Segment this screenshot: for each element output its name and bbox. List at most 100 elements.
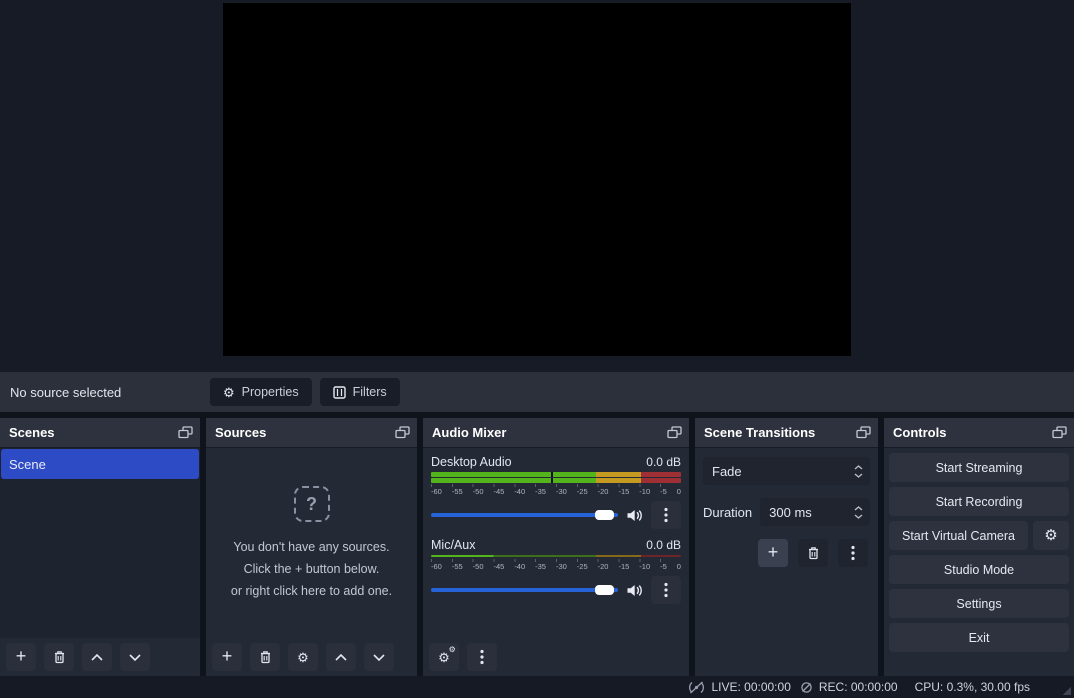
start-virtual-camera-button[interactable]: Start Virtual Camera <box>889 521 1028 550</box>
tick-label: -45 <box>493 487 504 496</box>
empty-state-line: Click the + button below. <box>244 560 380 578</box>
speaker-icon[interactable] <box>626 508 643 523</box>
add-source-button[interactable]: + <box>212 643 242 671</box>
preview-canvas[interactable] <box>223 3 851 356</box>
popout-icon[interactable] <box>856 426 871 439</box>
tick-label: -30 <box>556 562 567 571</box>
tick-label: -45 <box>493 562 504 571</box>
channel-options-button[interactable] <box>651 501 681 529</box>
volume-meter: -60-55-50-45-40-35-30-25-20-15-10-50 <box>431 555 681 571</box>
virtual-camera-row: Start Virtual Camera ⚙ <box>889 521 1069 550</box>
volume-slider-handle[interactable] <box>595 585 614 595</box>
channel-name: Mic/Aux <box>431 538 475 552</box>
advanced-audio-properties-button[interactable]: ⚙⚙ <box>429 643 459 671</box>
tick-label: -55 <box>452 487 463 496</box>
chevron-up-icon <box>91 654 103 661</box>
tick-label: -25 <box>577 562 588 571</box>
kebab-menu-icon <box>664 507 668 523</box>
add-transition-button[interactable]: + <box>758 539 788 567</box>
tick-label: -60 <box>431 487 442 496</box>
stream-inactive-icon <box>688 681 705 694</box>
trash-icon <box>259 650 272 664</box>
tick-label: -50 <box>473 562 484 571</box>
duration-spinbox[interactable]: 300 ms <box>760 498 870 526</box>
duration-label: Duration <box>703 505 752 520</box>
channel-options-button[interactable] <box>651 576 681 604</box>
dock-area: Scenes Scene + Sou <box>0 418 1074 676</box>
sources-empty-state[interactable]: ? You don't have any sources. Click the … <box>206 448 417 638</box>
chevron-down-icon <box>373 654 385 661</box>
meter-scale: -60-55-50-45-40-35-30-25-20-15-10-50 <box>431 562 681 571</box>
trash-icon <box>807 546 820 560</box>
mixer-channel-desktop-audio: Desktop Audio 0.0 dB -60 -55 -50 -45 -40 -35 -… <box>431 455 681 538</box>
transition-select[interactable]: Fade <box>703 457 870 485</box>
tick-label: -20 <box>598 487 609 496</box>
start-recording-button[interactable]: Start Recording <box>889 487 1069 516</box>
empty-state-line: You don't have any sources. <box>233 538 389 556</box>
add-scene-button[interactable]: + <box>6 643 36 671</box>
volume-slider[interactable] <box>431 583 618 597</box>
sources-toolbar: + ⚙ <box>206 638 417 676</box>
preview-area <box>0 0 1074 372</box>
studio-mode-button[interactable]: Studio Mode <box>889 555 1069 584</box>
tick-label: -40 <box>514 487 525 496</box>
virtual-camera-config-button[interactable]: ⚙ <box>1033 521 1069 550</box>
start-streaming-button[interactable]: Start Streaming <box>889 453 1069 482</box>
move-scene-down-button[interactable] <box>120 643 150 671</box>
remove-scene-button[interactable] <box>44 643 74 671</box>
chevron-down-icon <box>129 654 141 661</box>
plus-icon: + <box>16 647 27 665</box>
chevron-up-icon <box>335 654 347 661</box>
sources-panel-header[interactable]: Sources <box>206 418 417 448</box>
tick-label: -35 <box>535 487 546 496</box>
double-gear-icon: ⚙⚙ <box>438 651 450 664</box>
tick-label: -15 <box>618 562 629 571</box>
empty-state-line: or right click here to add one. <box>231 582 392 600</box>
tick-label: -55 <box>452 562 463 571</box>
resize-grip[interactable] <box>1063 687 1071 695</box>
channel-level-db: 0.0 dB <box>646 538 681 552</box>
spinner-arrows-icon <box>854 465 863 478</box>
tick-label: -50 <box>473 487 484 496</box>
tick-label: -5 <box>660 562 667 571</box>
source-properties-button[interactable]: ⚙ <box>288 643 318 671</box>
popout-icon[interactable] <box>178 426 193 439</box>
tick-label: -20 <box>598 562 609 571</box>
record-inactive-icon <box>800 681 813 694</box>
controls-panel-title: Controls <box>893 425 946 440</box>
popout-icon[interactable] <box>395 426 410 439</box>
properties-button[interactable]: ⚙ Properties <box>210 378 312 406</box>
move-source-down-button[interactable] <box>364 643 394 671</box>
scene-transitions-panel-header[interactable]: Scene Transitions <box>695 418 878 448</box>
scene-item-label: Scene <box>9 457 46 472</box>
remove-source-button[interactable] <box>250 643 280 671</box>
audio-mixer-panel: Audio Mixer Desktop Audio 0.0 dB <box>423 418 689 676</box>
settings-button[interactable]: Settings <box>889 589 1069 618</box>
scenes-panel-header[interactable]: Scenes <box>0 418 200 448</box>
popout-icon[interactable] <box>1052 426 1067 439</box>
channel-level-db: 0.0 dB <box>646 455 681 469</box>
mixer-options-button[interactable] <box>467 643 497 671</box>
duration-value: 300 ms <box>769 505 812 520</box>
exit-button[interactable]: Exit <box>889 623 1069 652</box>
transition-options-button[interactable] <box>838 539 868 567</box>
rec-status: REC: 00:00:00 <box>800 680 898 694</box>
volume-slider-handle[interactable] <box>595 510 614 520</box>
controls-panel: Controls Start Streaming Start Recording… <box>884 418 1074 676</box>
tick-label: -15 <box>618 487 629 496</box>
popout-icon[interactable] <box>667 426 682 439</box>
source-context-toolbar: No source selected ⚙ Properties Filters <box>0 372 1074 412</box>
move-scene-up-button[interactable] <box>82 643 112 671</box>
controls-panel-header[interactable]: Controls <box>884 418 1074 448</box>
speaker-icon[interactable] <box>626 583 643 598</box>
move-source-up-button[interactable] <box>326 643 356 671</box>
scene-list-item[interactable]: Scene <box>1 449 199 479</box>
kebab-menu-icon <box>480 649 484 665</box>
audio-mixer-panel-header[interactable]: Audio Mixer <box>423 418 689 448</box>
remove-transition-button[interactable] <box>798 539 828 567</box>
channel-name: Desktop Audio <box>431 455 512 469</box>
kebab-menu-icon <box>851 545 855 561</box>
filters-button[interactable]: Filters <box>320 378 400 406</box>
volume-slider[interactable] <box>431 508 618 522</box>
plus-icon: + <box>768 543 779 561</box>
